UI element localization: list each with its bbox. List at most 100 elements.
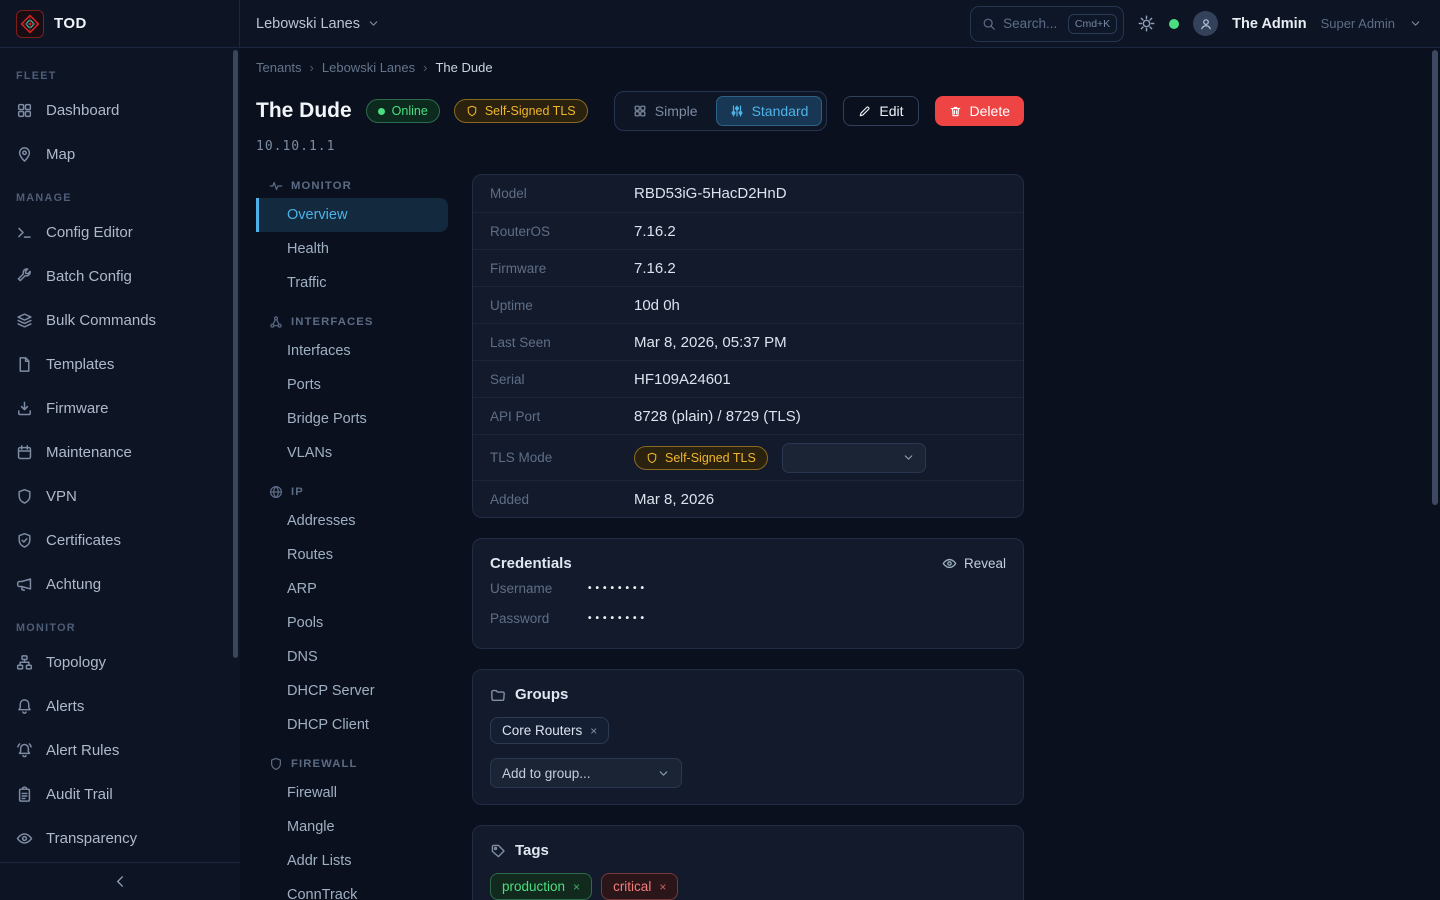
sidebar-item-alert-rules[interactable]: Alert Rules <box>0 728 240 772</box>
remove-chip-button[interactable]: × <box>590 725 597 737</box>
sidebar-item-vpn[interactable]: VPN <box>0 474 240 518</box>
subnav-item-arp[interactable]: ARP <box>256 572 448 606</box>
groups-title: Groups <box>515 686 568 703</box>
status-badge: Online <box>366 99 440 123</box>
sidebar-item-templates[interactable]: Templates <box>0 342 240 386</box>
sidebar-collapse-button[interactable] <box>0 862 240 900</box>
subnav-item-health[interactable]: Health <box>256 232 448 266</box>
add-to-group-placeholder: Add to group... <box>502 766 591 781</box>
tenant-switcher[interactable]: Lebowski Lanes <box>256 16 380 32</box>
sidebar-item-bulk-commands[interactable]: Bulk Commands <box>0 298 240 342</box>
page-title: The Dude <box>256 99 352 123</box>
sidebar-item-config-editor[interactable]: Config Editor <box>0 210 240 254</box>
chevron-down-icon <box>657 767 670 780</box>
activity-icon <box>269 179 283 193</box>
layers-icon <box>16 312 33 329</box>
edit-button[interactable]: Edit <box>843 96 918 126</box>
bell-icon <box>16 698 33 715</box>
subnav-item-interfaces[interactable]: Interfaces <box>256 334 448 368</box>
delete-button[interactable]: Delete <box>935 96 1024 126</box>
subnav-item-firewall[interactable]: Firewall <box>256 776 448 810</box>
sidebar-item-label: Templates <box>46 356 114 373</box>
avatar[interactable] <box>1193 11 1218 36</box>
breadcrumb-separator: › <box>423 60 427 75</box>
bell-ring-icon <box>16 742 33 759</box>
chevron-down-icon <box>902 451 915 464</box>
sidebar-item-batch-config[interactable]: Batch Config <box>0 254 240 298</box>
page-scrollbar[interactable] <box>1432 50 1438 505</box>
credential-row-password: Password •••••••• <box>490 604 1006 632</box>
search-box[interactable]: Cmd+K <box>970 6 1124 42</box>
subnav-item-conntrack[interactable]: ConnTrack <box>256 878 448 900</box>
tls-badge-label: Self-Signed TLS <box>485 104 576 118</box>
wrench-icon <box>16 268 33 285</box>
simple-label: Simple <box>655 103 698 119</box>
subnav-header-label: FIREWALL <box>291 758 358 770</box>
credential-masked-value: •••••••• <box>588 613 648 624</box>
subnav-item-vlans[interactable]: VLANs <box>256 436 448 470</box>
sidebar-item-achtung[interactable]: Achtung <box>0 562 240 606</box>
sidebar-item-label: Topology <box>46 654 106 671</box>
terminal-icon <box>16 224 33 241</box>
subnav-item-pools[interactable]: Pools <box>256 606 448 640</box>
sidebar-item-maintenance[interactable]: Maintenance <box>0 430 240 474</box>
brand-name: TOD <box>54 15 87 32</box>
add-to-group-select[interactable]: Add to group... <box>490 758 682 788</box>
subnav-header-label: MONITOR <box>291 180 352 192</box>
pencil-icon <box>858 105 871 118</box>
sidebar-item-certificates[interactable]: Certificates <box>0 518 240 562</box>
search-input[interactable] <box>1003 16 1061 31</box>
subnav-item-dhcp-client[interactable]: DHCP Client <box>256 708 448 742</box>
user-menu-chevron-icon[interactable] <box>1409 17 1422 30</box>
subnav-item-bridge-ports[interactable]: Bridge Ports <box>256 402 448 436</box>
subnav-item-dhcp-server[interactable]: DHCP Server <box>256 674 448 708</box>
grid-icon <box>633 104 647 118</box>
search-icon <box>982 17 996 31</box>
sidebar-item-label: Map <box>46 146 75 163</box>
sidebar-item-dashboard[interactable]: Dashboard <box>0 88 240 132</box>
subnav-header: FIREWALL <box>256 752 448 776</box>
sidebar-item-label: Bulk Commands <box>46 312 156 329</box>
subnav-item-dns[interactable]: DNS <box>256 640 448 674</box>
detail-value: Mar 8, 2026 <box>634 491 714 508</box>
breadcrumb-tenant[interactable]: Lebowski Lanes <box>322 60 415 75</box>
sidebar-item-audit-trail[interactable]: Audit Trail <box>0 772 240 816</box>
device-subnav: MONITOR Overview Health Traffic INTERFAC… <box>256 174 448 900</box>
subnav-item-ports[interactable]: Ports <box>256 368 448 402</box>
sidebar-section-manage: MANAGE Config Editor Batch Config Bulk C… <box>0 192 240 606</box>
detail-label: Uptime <box>490 298 634 313</box>
sidebar-section-label: FLEET <box>0 70 240 82</box>
sidebar-section-label: MONITOR <box>0 622 240 634</box>
device-ip: 10.10.1.1 <box>256 139 1024 154</box>
search-shortcut-hint: Cmd+K <box>1068 14 1117 34</box>
sidebar-item-firmware[interactable]: Firmware <box>0 386 240 430</box>
sidebar-item-transparency[interactable]: Transparency <box>0 816 240 860</box>
remove-chip-button[interactable]: × <box>659 881 666 893</box>
subnav-item-addr-lists[interactable]: Addr Lists <box>256 844 448 878</box>
sidebar-scrollbar[interactable] <box>233 50 238 658</box>
sidebar-item-map[interactable]: Map <box>0 132 240 176</box>
view-mode-standard-button[interactable]: Standard <box>716 96 823 126</box>
remove-chip-button[interactable]: × <box>573 881 580 893</box>
connection-status-dot <box>1169 19 1179 29</box>
subnav-item-overview[interactable]: Overview <box>256 198 448 232</box>
subnav-header: IP <box>256 480 448 504</box>
credential-label: Username <box>490 581 588 596</box>
breadcrumb-tenants[interactable]: Tenants <box>256 60 302 75</box>
subnav-item-mangle[interactable]: Mangle <box>256 810 448 844</box>
subnav-item-routes[interactable]: Routes <box>256 538 448 572</box>
subnav-item-traffic[interactable]: Traffic <box>256 266 448 300</box>
sidebar-item-topology[interactable]: Topology <box>0 640 240 684</box>
reveal-button[interactable]: Reveal <box>942 556 1006 571</box>
subnav-item-addresses[interactable]: Addresses <box>256 504 448 538</box>
sliders-icon <box>730 104 744 118</box>
sidebar-item-label: Maintenance <box>46 444 132 461</box>
folder-icon <box>490 687 506 703</box>
tls-mode-select[interactable] <box>782 443 926 473</box>
detail-row-uptime: Uptime 10d 0h <box>473 286 1023 323</box>
view-mode-simple-button[interactable]: Simple <box>619 96 712 126</box>
sidebar-item-alerts[interactable]: Alerts <box>0 684 240 728</box>
theme-toggle-sun-icon[interactable] <box>1138 15 1155 32</box>
credential-label: Password <box>490 611 588 626</box>
reveal-label: Reveal <box>964 556 1006 571</box>
